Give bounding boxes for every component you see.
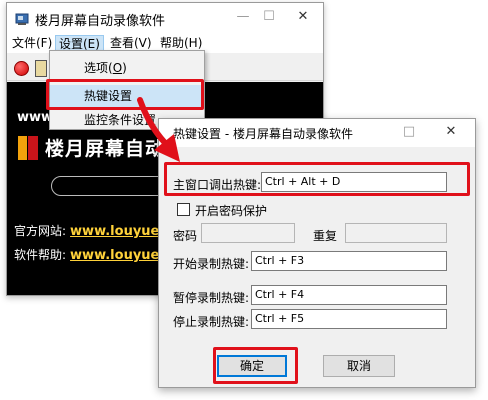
- repeat-password-input[interactable]: [345, 223, 447, 243]
- main-hotkey-input[interactable]: Ctrl + Alt + D: [261, 172, 447, 192]
- brand-logo-icon: [18, 136, 38, 160]
- app-icon: [15, 13, 29, 25]
- close-button[interactable]: ✕: [293, 7, 313, 27]
- brand-name: 楼月屏幕自动: [45, 138, 166, 160]
- pause-record-label: 暂停录制热键:: [173, 291, 250, 305]
- menu-item-hotkey-settings[interactable]: 热键设置: [50, 85, 204, 107]
- password-label: 密码: [173, 229, 198, 243]
- main-title-bar[interactable]: 楼月屏幕自动录像软件 — ☐ ✕: [7, 3, 323, 33]
- dialog-title-bar[interactable]: 热键设置 - 楼月屏幕自动录像软件 □ ✕: [159, 119, 475, 147]
- cancel-button[interactable]: 取消: [323, 355, 395, 377]
- password-checkbox[interactable]: [177, 203, 190, 216]
- password-input[interactable]: [201, 223, 295, 243]
- hotkey-settings-dialog: 热键设置 - 楼月屏幕自动录像软件 □ ✕ 主窗口调出热键: Ctrl + Al…: [158, 118, 476, 388]
- minimize-button[interactable]: —: [233, 7, 253, 27]
- record-icon[interactable]: [14, 61, 29, 76]
- main-window-title: 楼月屏幕自动录像软件: [35, 14, 166, 29]
- password-checkbox-label: 开启密码保护: [195, 204, 268, 218]
- official-site-row: 官方网站: www.louyue.co: [14, 222, 181, 239]
- start-record-input[interactable]: Ctrl + F3: [251, 251, 447, 271]
- official-site-label: 官方网站:: [14, 224, 67, 238]
- dialog-close-button[interactable]: ✕: [441, 122, 461, 142]
- stop-record-label: 停止录制热键:: [173, 315, 250, 329]
- ok-button[interactable]: 确定: [217, 355, 287, 377]
- dialog-minimize-icon: □: [402, 124, 416, 139]
- help-site-row: 软件帮助: www.louyue.co: [14, 246, 181, 263]
- menu-item-monitor-label: 监控条件设置: [84, 113, 157, 127]
- dialog-title: 热键设置 - 楼月屏幕自动录像软件: [173, 127, 353, 141]
- stop-record-input[interactable]: Ctrl + F5: [251, 309, 447, 329]
- menu-item-options-tail: ): [122, 61, 127, 75]
- main-hotkey-label: 主窗口调出热键:: [173, 178, 262, 192]
- help-site-label: 软件帮助:: [14, 248, 67, 262]
- repeat-label: 重复: [313, 229, 338, 243]
- menu-item-options-label: 选项(: [84, 61, 113, 75]
- maximize-button[interactable]: ☐: [259, 7, 279, 27]
- pause-icon[interactable]: [35, 60, 47, 77]
- menu-item-hotkey-label: 热键设置: [84, 89, 133, 103]
- pause-record-input[interactable]: Ctrl + F4: [251, 285, 447, 305]
- menu-item-options-accel: O: [112, 61, 123, 75]
- start-record-label: 开始录制热键:: [173, 257, 250, 271]
- menu-item-options[interactable]: 选项(O): [50, 57, 204, 79]
